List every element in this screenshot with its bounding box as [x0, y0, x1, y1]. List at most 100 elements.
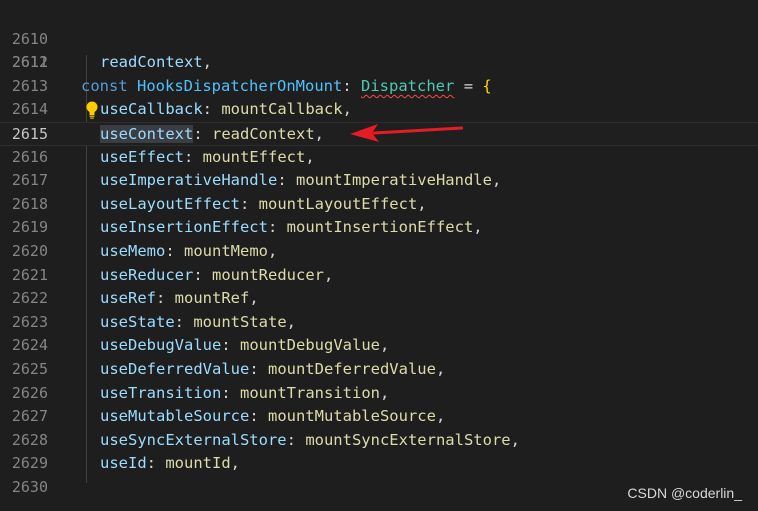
property-value[interactable]: mountState — [193, 313, 286, 331]
separator: : — [146, 454, 166, 473]
line-number: 2625 — [11, 360, 48, 378]
property-value[interactable]: mountEffect — [203, 148, 306, 166]
property-value[interactable]: mountCallback — [221, 100, 342, 118]
code-text: useMemo: mountMemo, — [100, 240, 277, 264]
property-value[interactable]: mountLayoutEffect — [259, 195, 418, 213]
property-key[interactable]: useId — [100, 454, 147, 472]
code-line[interactable]: 2624 useDebugValue: mountDebugValue, — [0, 334, 758, 358]
line-number: 2614 — [11, 100, 48, 119]
property-value[interactable]: mountMemo — [184, 242, 268, 260]
code-line[interactable]: 2620 useMemo: mountMemo, — [0, 240, 758, 264]
property-key[interactable]: useTransition — [100, 384, 221, 402]
code-line[interactable]: 2623 useState: mountState, — [0, 311, 758, 335]
property-key[interactable]: useSyncExternalStore — [100, 431, 287, 449]
code-line[interactable]: 2627 useMutableSource: mountMutableSource… — [0, 405, 758, 429]
code-line[interactable]: 2618 useLayoutEffect: mountLayoutEffect, — [0, 193, 758, 217]
line-number: 2620 — [11, 242, 48, 260]
property-value[interactable]: mountImperativeHandle — [296, 171, 492, 189]
line-number: 2612 — [11, 53, 48, 72]
property-key[interactable]: useReducer — [100, 266, 193, 284]
property-value[interactable]: mountId — [165, 454, 230, 472]
property-key[interactable]: useDebugValue — [100, 336, 221, 354]
line-number: 2613 — [11, 76, 48, 95]
code-editor[interactable]: 2610 2611 const HooksDispatcherOnMount: … — [0, 0, 758, 511]
separator: : — [174, 312, 194, 331]
property-value[interactable]: mountTransition — [240, 384, 380, 402]
separator: : — [249, 360, 268, 378]
code-text: useDeferredValue: mountDeferredValue, — [100, 358, 445, 382]
code-text: useRef: mountRef, — [100, 287, 259, 311]
comma: , — [379, 383, 390, 402]
comma: , — [249, 289, 259, 308]
code-line[interactable]: 2626 useTransition: mountTransition, — [0, 382, 758, 406]
code-line[interactable]: 2616 useEffect: mountEffect, — [0, 146, 758, 170]
comma: , — [435, 360, 446, 378]
code-line[interactable]: 2625 useDeferredValue: mountDeferredValue… — [0, 358, 758, 382]
property-key[interactable]: useLayoutEffect — [100, 195, 240, 213]
property-key[interactable]: useMutableSource — [100, 407, 249, 425]
separator: : — [249, 407, 268, 426]
code-line[interactable]: 2629 useId: mountId, — [0, 452, 758, 476]
property-value[interactable]: mountDeferredValue — [268, 360, 436, 378]
comma: , — [417, 194, 427, 213]
code-line[interactable]: 2613 — [0, 75, 758, 99]
code-line[interactable]: 2610 — [0, 4, 758, 48]
property-key[interactable]: useMemo — [100, 242, 165, 260]
line-number: 2626 — [11, 383, 48, 402]
line-number: 2616 — [11, 147, 48, 166]
separator: : — [239, 194, 259, 213]
property-value[interactable]: mountMutableSource — [268, 407, 436, 425]
property-key[interactable]: useInsertionEffect — [100, 218, 268, 236]
code-line[interactable]: 2612 readContext, — [0, 51, 758, 75]
property-key[interactable]: useImperativeHandle — [100, 171, 277, 189]
property-key[interactable]: useContext — [100, 125, 194, 143]
line-number: 2627 — [11, 407, 48, 426]
separator: : — [165, 242, 184, 260]
property-key[interactable]: useEffect — [100, 148, 184, 166]
code-text: useSyncExternalStore: mountSyncExternalS… — [100, 429, 520, 453]
line-number: 2619 — [11, 218, 48, 237]
comma: , — [435, 407, 446, 426]
line-number: 2615 — [11, 125, 48, 143]
line-number: 2617 — [11, 171, 48, 190]
line-number: 2628 — [11, 430, 48, 449]
code-text: useTransition: mountTransition, — [100, 382, 389, 406]
code-text: useEffect: mountEffect, — [100, 146, 315, 170]
separator: : — [202, 100, 222, 119]
code-text: readContext, — [100, 51, 212, 75]
separator: : — [193, 125, 212, 143]
code-text: useDebugValue: mountDebugValue, — [100, 334, 389, 358]
property-key[interactable]: readContext — [100, 53, 203, 71]
property-value[interactable]: readContext — [212, 125, 315, 143]
code-text: useId: mountId, — [100, 452, 240, 476]
property-value[interactable]: mountReducer — [212, 266, 324, 284]
code-line[interactable]: 2619 useInsertionEffect: mountInsertionEf… — [0, 216, 758, 240]
property-value[interactable]: mountSyncExternalStore — [305, 431, 510, 449]
watermark: CSDN @coderlin_ — [627, 485, 742, 501]
comma: , — [342, 100, 352, 119]
separator: : — [221, 383, 240, 402]
code-text: useCallback: mountCallback, — [100, 98, 352, 122]
line-number: 2618 — [11, 194, 48, 213]
comma: , — [379, 336, 390, 355]
property-key[interactable]: useCallback — [100, 100, 203, 118]
separator: : — [267, 218, 287, 237]
separator: : — [184, 147, 203, 166]
property-value[interactable]: mountRef — [175, 289, 250, 307]
code-line[interactable]: 2628 useSyncExternalStore: mountSyncExter… — [0, 429, 758, 453]
comma: , — [473, 218, 483, 237]
comma: , — [323, 265, 334, 284]
lightbulb-icon[interactable] — [84, 100, 100, 120]
code-text: useState: mountState, — [100, 311, 296, 335]
property-key[interactable]: useState — [100, 313, 175, 331]
property-key[interactable]: useRef — [100, 289, 156, 307]
comma: , — [268, 242, 278, 260]
code-line-declaration[interactable]: 2611 const HooksDispatcherOnMount: Dispa… — [0, 28, 758, 95]
comma: , — [491, 171, 502, 190]
property-value[interactable]: mountInsertionEffect — [287, 218, 474, 236]
property-key[interactable]: useDeferredValue — [100, 360, 249, 378]
code-line[interactable]: 2622 useRef: mountRef, — [0, 287, 758, 311]
property-value[interactable]: mountDebugValue — [240, 336, 380, 354]
code-line[interactable]: 2617 useImperativeHandle: mountImperative… — [0, 169, 758, 193]
code-line[interactable]: 2621 useReducer: mountReducer, — [0, 264, 758, 288]
